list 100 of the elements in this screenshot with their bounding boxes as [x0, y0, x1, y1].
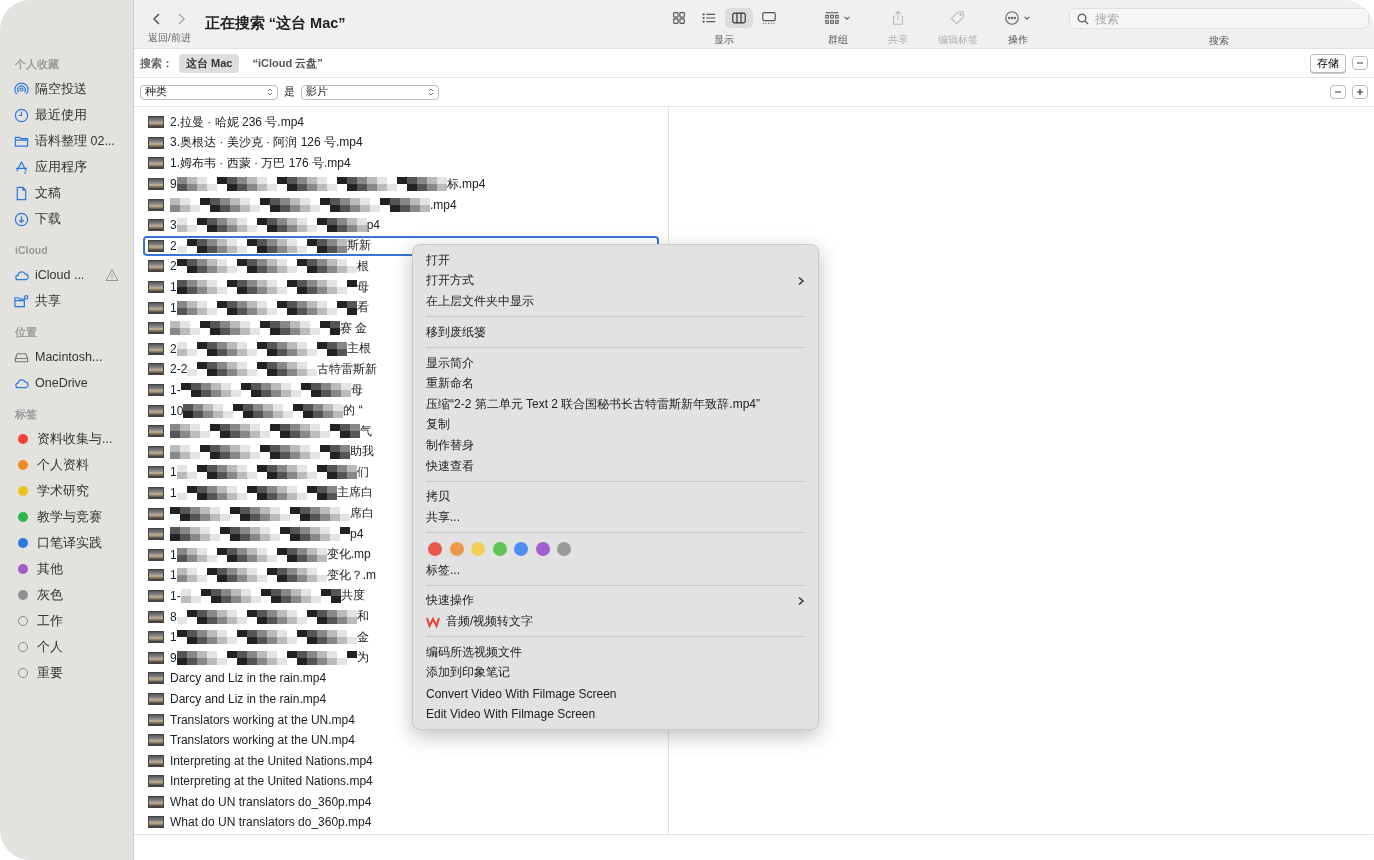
file-name: What do UN translators do_360p.mp4 — [170, 794, 372, 809]
chevron-left-icon — [152, 12, 162, 26]
menu-item[interactable]: 压缩“2-2 第二单元 Text 2 联合国秘书长古特雷斯新年致辞.mp4” — [413, 393, 818, 415]
file-name-fragment: p4 — [366, 218, 381, 233]
menu-item[interactable]: Edit Video With Filmage Screen — [413, 703, 818, 725]
sidebar-item[interactable]: 教学与竞赛 — [14, 504, 133, 530]
file-name-fragment: 1 — [170, 568, 177, 583]
sidebar-section-header: 标签 — [15, 408, 38, 422]
sidebar-item[interactable]: 口笔译实践 — [14, 530, 133, 556]
file-name-fragment: 为 — [356, 649, 369, 667]
menu-item[interactable]: 复制 — [413, 414, 818, 436]
chevron-right-icon — [797, 275, 805, 286]
menu-item[interactable]: 添加到印象笔记 — [413, 662, 818, 684]
menu-item[interactable]: 音频/视频转文字 — [413, 611, 818, 632]
file-row[interactable]: 9 标.mp4 — [143, 173, 659, 195]
menu-item[interactable]: 快速查看 — [413, 455, 818, 477]
sidebar-item[interactable]: 个人资料 — [14, 452, 133, 478]
remove-rule-button[interactable] — [1330, 85, 1346, 99]
file-name: Interpreting at the United Nations.mp4 — [170, 774, 373, 789]
file-name-fragment: .mp4 — [430, 197, 457, 212]
menu-item[interactable]: 制作替身 — [413, 435, 818, 456]
file-name-fragment: 2 — [170, 259, 177, 274]
file-name: 2.拉曼 · 哈妮 236 号.mp4 — [170, 113, 305, 131]
save-button[interactable]: 存储 — [1310, 53, 1346, 73]
video-thumbnail — [148, 631, 164, 644]
menu-item[interactable]: 标签... — [413, 559, 818, 581]
search-field[interactable]: 搜索 — [1068, 8, 1369, 29]
sidebar-item[interactable]: 资料收集与... — [14, 426, 133, 452]
menu-item[interactable]: 编码所选视频文件 — [413, 642, 818, 663]
menu-item[interactable]: 显示简介 — [413, 352, 818, 374]
menu-item[interactable]: 快速操作 — [413, 590, 818, 612]
scope-button[interactable]: 这台 Mac — [179, 53, 240, 73]
sidebar-item[interactable]: 共享 — [14, 288, 133, 314]
search-scope-label: 搜索： — [140, 55, 173, 71]
file-row[interactable]: What do UN translators do_360p.mp4 — [143, 812, 659, 833]
file-row[interactable]: Interpreting at the United Nations.mp4 — [143, 771, 659, 792]
file-name-fragment: 2-2 — [170, 362, 188, 377]
add-rule-button[interactable] — [1352, 85, 1368, 99]
document-icon — [14, 185, 29, 201]
file-name-fragment: 主根 — [346, 340, 371, 358]
file-name-fragment: 2 — [170, 238, 177, 253]
view-button[interactable] — [724, 8, 753, 28]
sidebar-item[interactable]: 下载 — [14, 206, 133, 232]
sidebar-item[interactable]: iCloud ... — [14, 262, 133, 288]
airdrop-icon — [14, 81, 29, 97]
sidebar-item[interactable]: 重要 — [14, 660, 133, 686]
sidebar-item[interactable]: 工作 — [14, 608, 133, 634]
video-thumbnail — [148, 528, 164, 541]
file-row[interactable]: 1.姆布韦 · 西蒙 · 万巴 176 号.mp4 — [143, 153, 659, 174]
file-name-fragment: 10 — [170, 403, 184, 418]
scope-button[interactable]: “iCloud 云盘” — [245, 53, 330, 73]
file-row[interactable]: 3 p4 — [143, 214, 659, 236]
remove-button[interactable] — [1352, 56, 1368, 70]
shared-folder-icon — [14, 293, 29, 309]
video-thumbnail — [148, 178, 164, 191]
tag-color-dot[interactable] — [535, 541, 550, 556]
menu-item[interactable]: 拷贝 — [413, 486, 818, 508]
file-name-fragment: 母 — [350, 381, 363, 399]
tag-color-dot[interactable] — [428, 541, 442, 556]
attribute-select[interactable]: 种类 — [140, 84, 278, 100]
file-name-fragment: 1 — [170, 465, 177, 480]
menu-item[interactable]: 移到废纸篓 — [413, 321, 818, 343]
sidebar-item[interactable]: 最近使用 — [14, 102, 133, 128]
sidebar-item[interactable]: 语料整理 02... — [14, 128, 133, 154]
file-name-fragment: 和 — [356, 608, 369, 626]
sidebar-item[interactable]: 其他 — [14, 556, 133, 582]
sidebar-item[interactable]: OneDrive — [14, 370, 133, 396]
file-name-fragment: 1 — [170, 547, 177, 562]
tag-color-dot[interactable] — [514, 541, 528, 556]
video-thumbnail — [148, 281, 164, 294]
sidebar-section-header: 个人收藏 — [15, 58, 60, 72]
sidebar-item[interactable]: 个人 — [14, 634, 133, 660]
file-name-fragment: 助我 — [350, 443, 374, 461]
file-row[interactable]: .mp4 — [143, 194, 659, 215]
tag-color-dot[interactable] — [471, 541, 485, 556]
sidebar-item[interactable]: 学术研究 — [14, 478, 133, 504]
tag-color-dot[interactable] — [449, 541, 464, 556]
file-row[interactable]: Interpreting at the United Nations.mp4 — [143, 750, 659, 771]
video-thumbnail — [148, 713, 164, 726]
sidebar-item[interactable]: Macintosh... — [14, 344, 133, 370]
video-thumbnail — [148, 219, 164, 232]
file-row[interactable]: 2.拉曼 · 哈妮 236 号.mp4 — [143, 112, 659, 133]
search-icon — [1076, 12, 1089, 25]
file-row[interactable]: 3.奥根达 · 美沙克 · 阿润 126 号.mp4 — [143, 132, 659, 154]
menu-item[interactable]: Convert Video With Filmage Screen — [413, 683, 818, 704]
sidebar-item[interactable]: 文稿 — [14, 180, 133, 206]
value-select[interactable]: 影片 — [301, 84, 439, 100]
sidebar-item[interactable]: 应用程序 — [14, 154, 133, 180]
menu-item[interactable]: 重新命名 — [413, 373, 818, 394]
file-name-fragment: 斯新 — [346, 237, 371, 255]
file-row[interactable]: Translators working at the UN.mp4 — [143, 729, 659, 751]
file-row[interactable]: What do UN translators do_360p.mp4 — [143, 791, 659, 813]
file-name-fragment: 席白 — [350, 505, 374, 523]
tag-color-dot[interactable] — [492, 541, 507, 556]
sidebar-item[interactable]: 灰色 — [14, 582, 133, 608]
sidebar-item[interactable]: 隔空投送 — [14, 76, 133, 102]
menu-item[interactable]: 在上层文件夹中显示 — [413, 291, 818, 312]
menu-item[interactable]: 打开方式 — [413, 270, 818, 292]
video-thumbnail — [148, 589, 164, 602]
tag-color-dot[interactable] — [557, 541, 571, 556]
